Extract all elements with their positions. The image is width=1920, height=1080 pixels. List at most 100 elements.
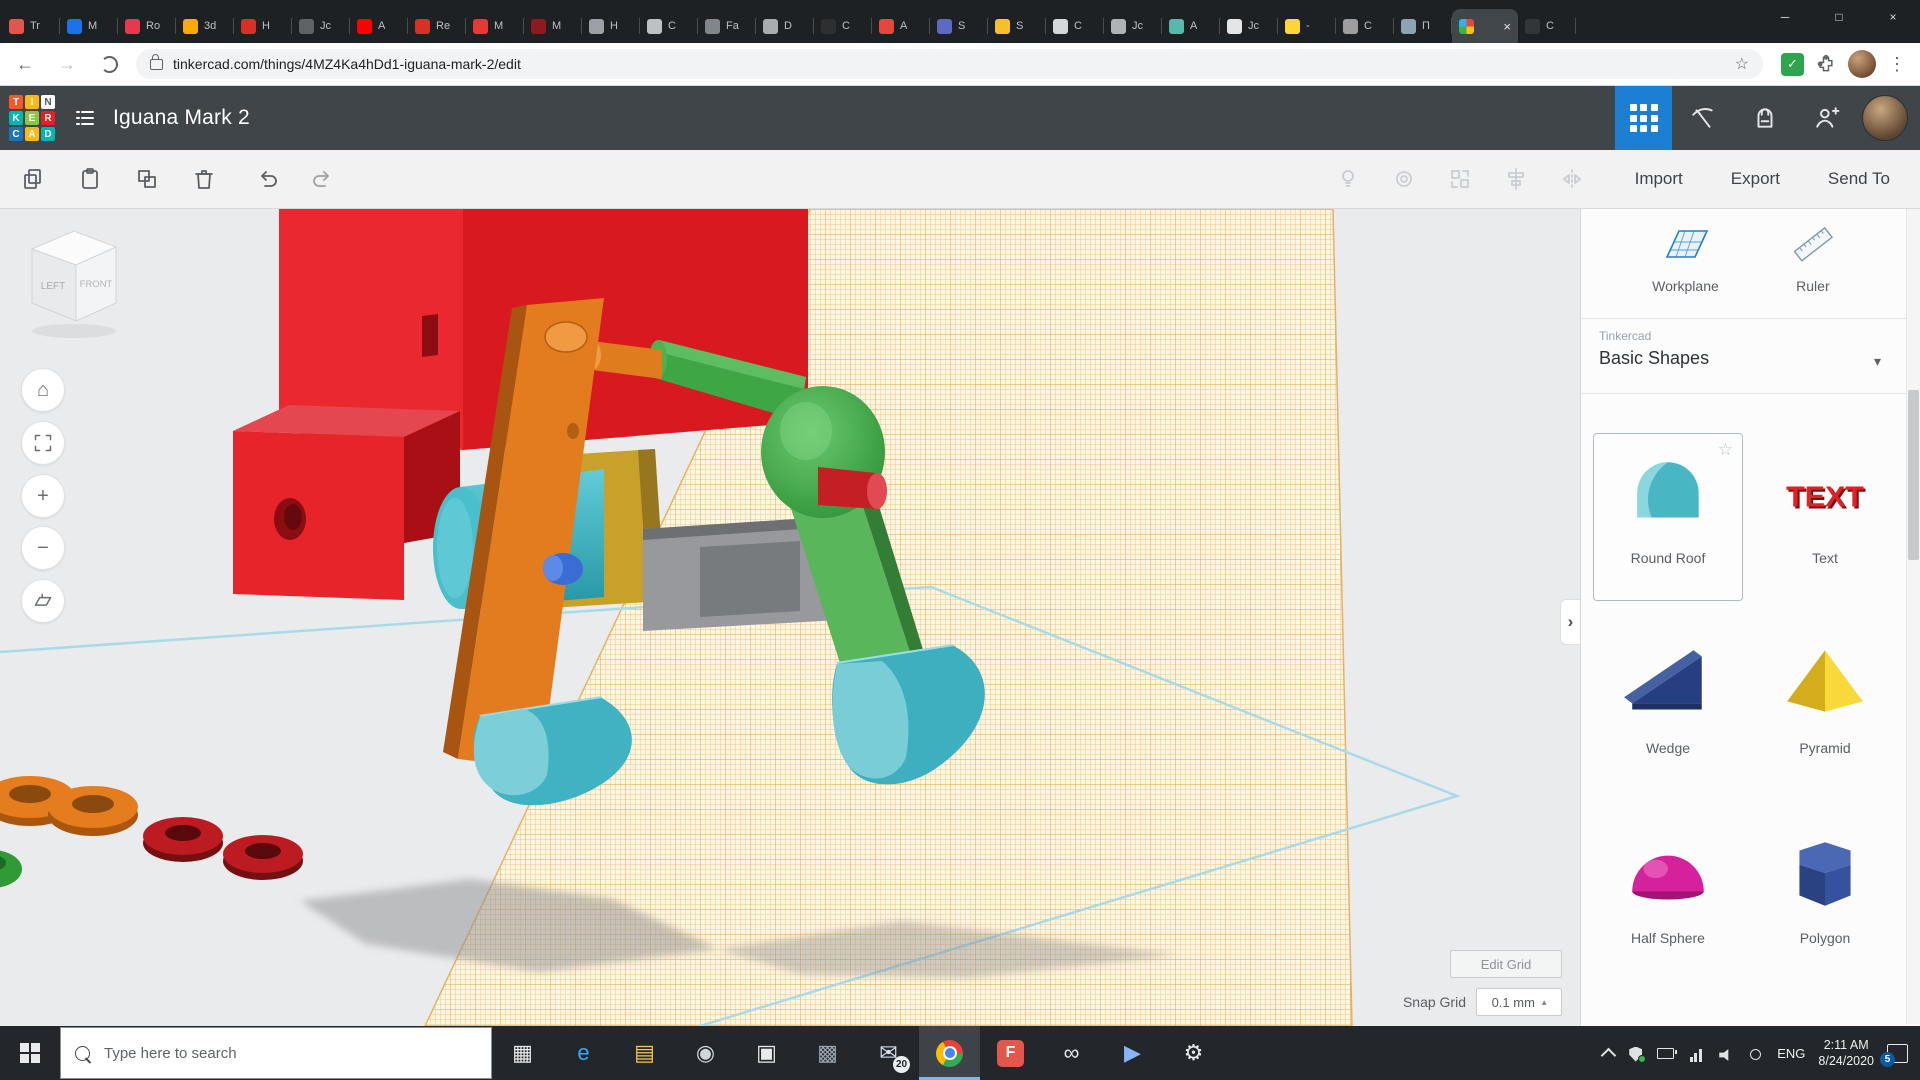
browser-menu-icon[interactable]: ⋮ <box>1888 54 1906 75</box>
browser-tab[interactable]: Ro <box>118 9 176 43</box>
browser-tab[interactable]: Re <box>408 9 466 43</box>
add-user-icon[interactable] <box>1796 86 1858 150</box>
steam-icon[interactable]: ◉ <box>675 1026 736 1080</box>
shape-tile-round-roof[interactable]: ☆ Round Roof <box>1593 433 1743 601</box>
browser-profile-avatar[interactable] <box>1848 50 1876 78</box>
minecraft-pickaxe-icon[interactable] <box>1672 86 1734 150</box>
snap-grid-select[interactable]: 0.1 mm ▴ <box>1476 988 1562 1016</box>
scrollbar-thumb[interactable] <box>1908 390 1919 560</box>
address-bar[interactable]: tinkercad.com/things/4MZ4Ka4hDd1-iguana-… <box>136 49 1763 79</box>
browser-tab[interactable]: A <box>872 9 930 43</box>
align-icon[interactable] <box>1501 164 1531 194</box>
hole-icon[interactable] <box>1389 164 1419 194</box>
import-button[interactable]: Import <box>1635 169 1683 189</box>
3d-viewport[interactable] <box>0 209 1580 1026</box>
close-button[interactable]: × <box>1866 0 1920 33</box>
browser-tab[interactable]: D <box>756 9 814 43</box>
copy-icon[interactable] <box>18 164 48 194</box>
browser-tab[interactable]: - <box>1278 9 1336 43</box>
zoom-in-button[interactable]: + <box>21 474 65 518</box>
ruler-tool[interactable]: Ruler <box>1790 223 1836 294</box>
viewcube-left-label[interactable]: LEFT <box>41 281 65 292</box>
start-button[interactable] <box>0 1026 60 1080</box>
edge-taskbar-icon[interactable]: e <box>553 1026 614 1080</box>
home-view-button[interactable]: ⌂ <box>21 368 65 412</box>
browser-tab[interactable]: A <box>1162 9 1220 43</box>
undo-icon[interactable] <box>253 164 283 194</box>
redo-icon[interactable] <box>307 164 337 194</box>
network-icon[interactable] <box>1687 1045 1704 1062</box>
view-cube[interactable]: LEFT FRONT <box>20 219 132 341</box>
shape-tile-half-sphere[interactable]: Half Sphere <box>1593 813 1743 981</box>
security-shield-icon[interactable] <box>1627 1045 1644 1062</box>
design-title[interactable]: Iguana Mark 2 <box>113 106 250 130</box>
browser-tab[interactable]: C <box>1046 9 1104 43</box>
browser-tab[interactable]: Fa <box>698 9 756 43</box>
action-center-icon[interactable]: 5 <box>1887 1044 1908 1063</box>
file-explorer-icon[interactable]: ▤ <box>614 1026 675 1080</box>
browser-tab[interactable]: 3d <box>176 9 234 43</box>
design-menu-icon[interactable] <box>73 106 97 130</box>
browser-tab[interactable]: Tr <box>2 9 60 43</box>
minimize-button[interactable]: ─ <box>1758 0 1812 33</box>
store-icon[interactable]: ▣ <box>736 1026 797 1080</box>
taskbar-clock[interactable]: 2:11 AM 8/24/2020 <box>1818 1037 1874 1070</box>
collapse-panel-button[interactable]: › <box>1560 599 1580 645</box>
zoom-out-button[interactable]: − <box>21 526 65 570</box>
browser-tab[interactable]: H <box>582 9 640 43</box>
refresh-button[interactable] <box>92 47 126 81</box>
user-avatar[interactable] <box>1862 95 1908 141</box>
fit-view-button[interactable] <box>21 421 65 465</box>
battery-icon[interactable] <box>1657 1045 1674 1062</box>
browser-tab[interactable]: Jc <box>1104 9 1162 43</box>
shape-tile-text[interactable]: TEXT TEXT Text <box>1750 433 1900 601</box>
mail-icon[interactable]: ✉20 <box>858 1026 919 1080</box>
panel-scrollbar[interactable] <box>1906 209 1920 1024</box>
browser-tab[interactable]: S <box>988 9 1046 43</box>
browser-tab[interactable]: Jc <box>1220 9 1278 43</box>
tray-expand-icon[interactable] <box>1601 1047 1617 1063</box>
group-icon[interactable] <box>1445 164 1475 194</box>
language-indicator[interactable]: ENG <box>1777 1046 1805 1061</box>
extension-check-icon[interactable]: ✓ <box>1781 53 1804 76</box>
game-app-icon[interactable]: ▩ <box>797 1026 858 1080</box>
edit-grid-button[interactable]: Edit Grid <box>1450 950 1562 978</box>
search-input[interactable] <box>102 1044 446 1063</box>
paste-icon[interactable] <box>75 164 105 194</box>
workplane-view-button[interactable] <box>21 579 65 623</box>
browser-tab[interactable]: C <box>814 9 872 43</box>
tab-close-icon[interactable]: × <box>1503 19 1511 34</box>
task-view-icon[interactable]: ▦ <box>492 1026 553 1080</box>
taskbar-search[interactable] <box>60 1027 492 1079</box>
bookmark-star-icon[interactable]: ☆ <box>1735 54 1749 74</box>
duplicate-icon[interactable] <box>132 164 162 194</box>
shape-tile-pyramid[interactable]: Pyramid <box>1750 623 1900 791</box>
back-button[interactable]: ← <box>8 47 42 81</box>
workplane-tool[interactable]: Workplane <box>1652 223 1719 294</box>
browser-tab-active[interactable]: × <box>1452 9 1518 43</box>
browser-tab[interactable]: M <box>524 9 582 43</box>
ring-parts[interactable] <box>0 776 303 888</box>
send-to-button[interactable]: Send To <box>1828 169 1890 189</box>
viewcube-front-label[interactable]: FRONT <box>80 279 113 290</box>
shape-tile-wedge[interactable]: Wedge <box>1593 623 1743 791</box>
show-all-icon[interactable] <box>1333 164 1363 194</box>
favorite-star-icon[interactable]: ☆ <box>1718 440 1733 460</box>
browser-tab[interactable]: Jc <box>292 9 350 43</box>
3d-canvas[interactable]: LEFT FRONT ⌂ + − › Edit Grid Snap Grid 0… <box>0 209 1580 1026</box>
browser-tab[interactable]: C <box>1518 9 1576 43</box>
browser-tab[interactable]: M <box>466 9 524 43</box>
export-button[interactable]: Export <box>1731 169 1780 189</box>
volume-icon[interactable] <box>1717 1045 1734 1062</box>
browser-tab[interactable]: C <box>640 9 698 43</box>
browser-tab[interactable]: П <box>1394 9 1452 43</box>
obs-app-icon[interactable]: ∞ <box>1041 1026 1102 1080</box>
shape-library-select[interactable]: Tinkercad Basic Shapes ▾ <box>1581 318 1907 394</box>
maximize-button[interactable]: □ <box>1812 0 1866 33</box>
settings-icon[interactable]: ⚙ <box>1163 1026 1224 1080</box>
f-app-icon[interactable]: F <box>980 1026 1041 1080</box>
extensions-puzzle-icon[interactable] <box>1816 54 1836 74</box>
browser-tab[interactable]: M <box>60 9 118 43</box>
mirror-icon[interactable] <box>1557 164 1587 194</box>
pen-settings-icon[interactable] <box>1747 1045 1764 1062</box>
